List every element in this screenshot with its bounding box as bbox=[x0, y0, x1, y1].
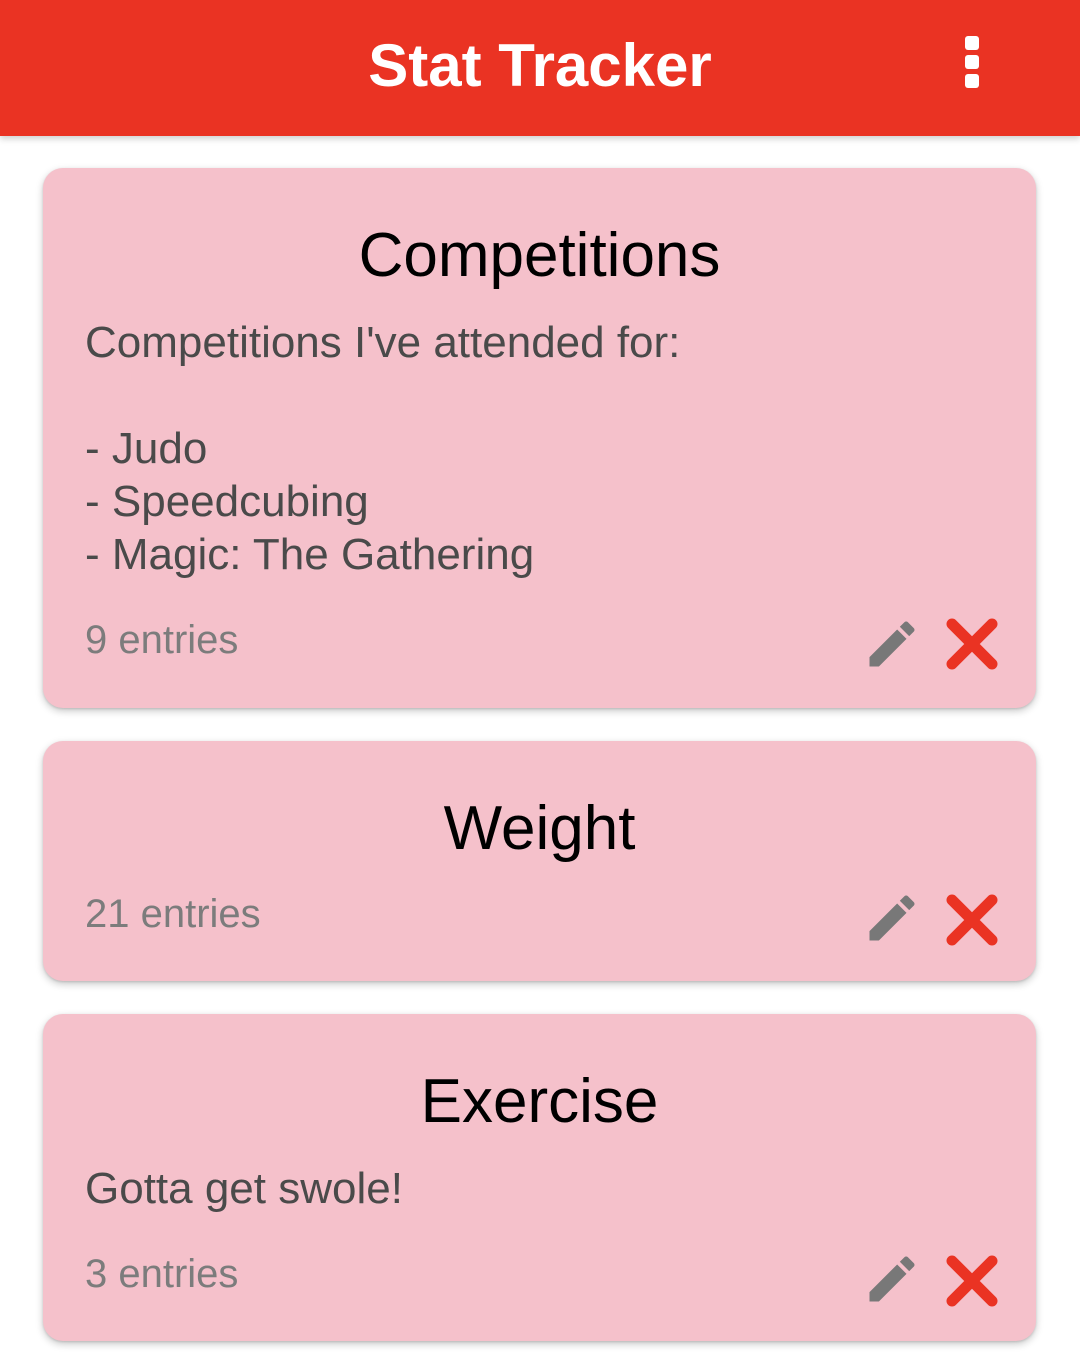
app-title: Stat Tracker bbox=[368, 32, 712, 99]
card-description: Competitions I've attended for: - Judo -… bbox=[85, 318, 681, 579]
card-title: Weight bbox=[443, 794, 636, 863]
pencil-icon[interactable] bbox=[862, 1249, 922, 1309]
entries-count: 3 entries bbox=[85, 1252, 239, 1296]
close-icon[interactable] bbox=[942, 890, 1002, 950]
card-title: Exercise bbox=[420, 1067, 659, 1136]
app-bar: Stat Tracker bbox=[0, 0, 1080, 136]
close-icon[interactable] bbox=[942, 1251, 1002, 1311]
stat-card[interactable]: Exercise Gotta get swole! 3 entries bbox=[43, 1014, 1036, 1341]
pencil-icon[interactable] bbox=[862, 888, 922, 948]
card-description: Gotta get swole! bbox=[85, 1164, 403, 1213]
stat-card[interactable]: Weight 21 entries bbox=[43, 741, 1036, 981]
card-title: Competitions bbox=[358, 221, 721, 290]
close-icon[interactable] bbox=[942, 614, 1002, 674]
entries-count: 9 entries bbox=[85, 618, 239, 662]
more-vert-icon[interactable] bbox=[950, 30, 994, 94]
stat-card[interactable]: Competitions Competitions I've attended … bbox=[43, 168, 1036, 708]
entries-count: 21 entries bbox=[85, 892, 261, 936]
pencil-icon[interactable] bbox=[862, 614, 922, 674]
